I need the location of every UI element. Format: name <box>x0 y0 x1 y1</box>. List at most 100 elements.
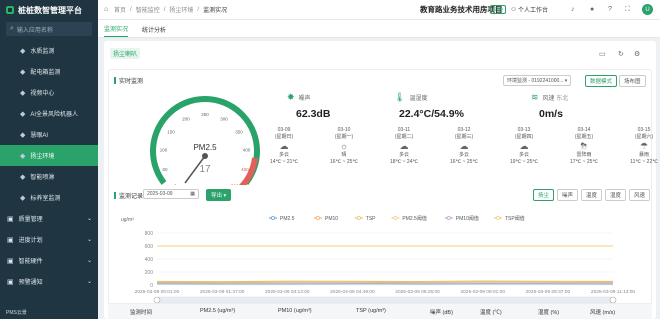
sidebar-group-1[interactable]: ▣ 进度计划 ⌄ <box>0 229 98 250</box>
hardware-icon: ▣ <box>7 257 14 265</box>
x-tick-label: 2025-03-09 08:01:00 <box>460 289 505 295</box>
workbench-link[interactable]: 个人工作台 <box>518 5 548 14</box>
sidebar-item-label: 配电箱监测 <box>30 70 61 76</box>
cloudy-icon: ☁ <box>399 141 409 151</box>
filter-button-0[interactable]: 扬尘 <box>533 189 555 201</box>
comment-icon[interactable]: ▭ <box>599 50 606 58</box>
eye-icon: ◆ <box>20 131 26 139</box>
sidebar-search-input[interactable]: ⌕ 输入应用名称 <box>6 22 92 36</box>
table-header-cell[interactable]: PM2.5 (ug/m³) <box>200 308 235 314</box>
site-layout-button[interactable]: 场布图 <box>619 75 646 87</box>
water-icon: ◆ <box>20 47 26 55</box>
forecast-weekday: (星期日) <box>274 134 294 140</box>
table-header-cell[interactable]: 温度 (℃) <box>480 308 502 316</box>
table-header-cell[interactable]: 监测时间 <box>130 308 152 316</box>
gauge-tick-label: 250 <box>201 112 209 117</box>
filter-button-4[interactable]: 风速 <box>629 189 651 201</box>
sidebar-item-0[interactable]: ◆ 水质监测 <box>0 40 98 61</box>
home-icon[interactable]: ⌂ <box>104 6 108 13</box>
forecast-weather: 多云 <box>398 152 409 158</box>
sidebar-item-5[interactable]: ◆ 扬尘环境 <box>0 145 98 166</box>
cloudy-icon: ☁ <box>459 141 469 151</box>
forecast-weather: 晴 <box>341 152 347 158</box>
filter-button-2[interactable]: 温度 <box>581 189 603 201</box>
settings-icon[interactable]: ⚙ <box>634 50 640 58</box>
gauge-tick-label: 150 <box>167 129 175 134</box>
gauge-label: PM2.5 <box>193 143 217 152</box>
chevron-down-icon: ⌄ <box>86 279 92 285</box>
device-select-value: 环境监测 - 0192241000... <box>507 78 564 84</box>
wind-metric: ≋ 风速 东北 <box>531 92 568 103</box>
table-header-cell[interactable]: 噪声 (dB) <box>430 308 453 316</box>
cloudy-icon: ☁ <box>519 141 529 151</box>
breadcrumb-current: 监测实况 <box>203 8 228 14</box>
table-header-cell[interactable]: PM10 (ug/m³) <box>278 308 312 314</box>
forecast-weekday: (星期三) <box>454 134 474 140</box>
sidebar-item-4[interactable]: ◆ 慧眼AI <box>0 124 98 145</box>
x-tick-label: 2025-03-09 03:13:00 <box>265 289 310 295</box>
breadcrumb-item[interactable]: 扬尘环境 <box>169 5 193 14</box>
filter-button-1[interactable]: 噪声 <box>557 189 579 201</box>
sidebar-group-0[interactable]: ▣ 质量管理 ⌄ <box>0 208 98 229</box>
data-mode-button[interactable]: 数据模式 <box>585 75 618 87</box>
sidebar-item-6[interactable]: ◆ 智能喷淋 <box>0 166 98 187</box>
legend-label: TSP阈值 <box>505 215 525 222</box>
breadcrumb-item[interactable]: 智能监控 <box>136 5 160 14</box>
forecast-temp: 16℃ ~ 25℃ <box>449 159 479 165</box>
bell-icon[interactable]: ♪ <box>571 6 575 13</box>
y-tick-label: 400 <box>145 257 154 263</box>
switch-project-tag[interactable]: 切换 <box>490 5 507 14</box>
cloudy-icon: ☁ <box>279 141 289 151</box>
wind-icon: ≋ <box>531 92 539 102</box>
filter-button-3[interactable]: 湿度 <box>605 189 627 201</box>
sidebar-group-2[interactable]: ▣ 智能硬件 ⌄ <box>0 250 98 271</box>
y-tick-label: 600 <box>145 244 154 250</box>
help-icon[interactable]: ? <box>608 6 612 13</box>
alert-icon: ▣ <box>7 278 14 286</box>
tab-live-monitoring[interactable]: 监测实况 <box>104 24 129 37</box>
device-chip[interactable]: 扬尘喇叭 <box>110 48 141 59</box>
noise-label: 噪声 <box>298 96 311 102</box>
date-picker[interactable]: 2025-03-09 ▦ <box>143 189 199 199</box>
realtime-title: 实时监测 <box>114 76 143 85</box>
breadcrumb-item[interactable]: 首页 <box>114 5 126 14</box>
forecast-day: 03-11 (星期二) ☁ 多云 18℃ ~ 24℃ <box>379 127 429 166</box>
forecast-weather: 多云 <box>458 152 469 158</box>
forecast-date: 03-14 <box>577 127 591 133</box>
table-header-cell[interactable]: 湿度 (%) <box>538 308 559 316</box>
gauge-hub <box>202 153 208 159</box>
forecast-temp: 19℃ ~ 25℃ <box>509 159 539 165</box>
gauge-tick-label: 300 <box>220 117 228 122</box>
legend-marker <box>356 215 361 220</box>
lab-icon: ◆ <box>20 194 26 202</box>
table-header-cell[interactable]: 风速 (m/s) <box>590 308 615 316</box>
export-button[interactable]: 导出 ▾ <box>206 189 232 201</box>
forecast-temp: 18℃ ~ 24℃ <box>389 159 419 165</box>
legend-label: PM10 <box>325 216 338 222</box>
sidebar-group-3[interactable]: ▣ 预警通知 ⌄ <box>0 271 98 292</box>
forecast-weather: 多云 <box>278 152 289 158</box>
table-header-cell[interactable]: TSP (ug/m³) <box>356 308 386 314</box>
notification-icon[interactable]: ● <box>590 6 594 13</box>
device-select[interactable]: 环境监测 - 0192241000... ▾ <box>503 75 572 86</box>
fullscreen-icon[interactable]: ⛶ <box>625 6 630 14</box>
legend-marker <box>495 215 500 220</box>
refresh-icon[interactable]: ↻ <box>618 50 624 58</box>
sidebar-item-2[interactable]: ◆ 视频中心 <box>0 82 98 103</box>
gauge-tick-label: 350 <box>235 129 243 134</box>
noise-metric: ✸ 噪声 <box>287 92 311 103</box>
sidebar-item-label: 慧眼AI <box>30 133 49 139</box>
page-tabs: 监测实况 统计分析 <box>98 20 660 38</box>
temp-humidity-value: 22.4°C/54.9% <box>399 108 464 120</box>
forecast-temp: 17℃ ~ 25℃ <box>569 159 599 165</box>
sidebar-item-3[interactable]: ◆ AI全景风险机器人 <box>0 103 98 124</box>
chevron-down-icon: ⌄ <box>86 237 92 243</box>
tab-statistics[interactable]: 统计分析 <box>142 25 166 37</box>
forecast-day: 03-10 (星期一) ☼ 晴 16℃ ~ 25℃ <box>319 127 369 166</box>
avatar[interactable]: U <box>642 4 653 15</box>
sidebar-item-1[interactable]: ◆ 配电箱监测 <box>0 61 98 82</box>
sidebar-item-7[interactable]: ◆ 标养室监测 <box>0 187 98 208</box>
wind-value: 0m/s <box>539 108 563 120</box>
top-bar: ⌂ 首页 / 智能监控 / 扬尘环境 / 监测实况 教育路业务技术用房项目 切换 ☺ … <box>98 0 660 20</box>
sidebar-group-label: 进度计划 <box>18 238 43 244</box>
